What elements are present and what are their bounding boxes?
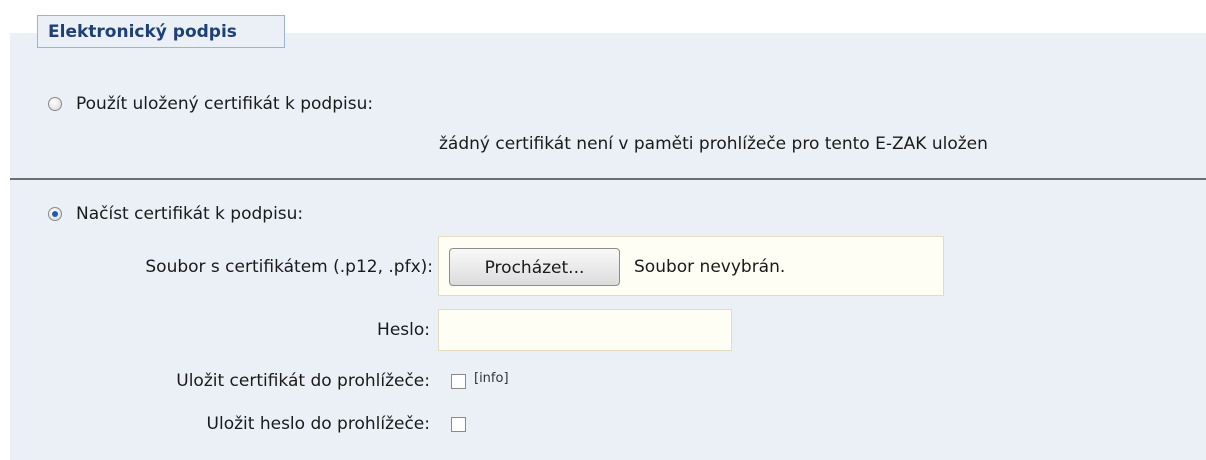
save-password-label: Uložit heslo do prohlížeče: <box>206 414 430 434</box>
password-field[interactable] <box>438 309 732 351</box>
use-stored-certificate-radio[interactable] <box>48 97 62 111</box>
use-stored-certificate-label: Použít uložený certifikát k podpisu: <box>76 94 374 114</box>
certificate-file-label: Soubor s certifikátem (.p12, .pfx): <box>145 257 433 277</box>
save-certificate-checkbox[interactable] <box>451 374 466 389</box>
load-certificate-label: Načíst certifikát k podpisu: <box>76 204 304 224</box>
save-password-checkbox[interactable] <box>451 417 466 432</box>
section-divider <box>10 178 1206 180</box>
info-link[interactable]: [info] <box>474 371 509 386</box>
stored-certificate-status: žádný certifikát není v paměti prohlížeč… <box>439 134 988 154</box>
save-certificate-label: Uložit certifikát do prohlížeče: <box>176 371 430 391</box>
load-certificate-radio[interactable] <box>48 207 62 221</box>
section-legend: Elektronický podpis <box>37 15 285 48</box>
browse-button[interactable]: Procházet... <box>449 248 620 286</box>
password-label: Heslo: <box>377 320 430 340</box>
file-status-text: Soubor nevybrán. <box>634 257 786 277</box>
